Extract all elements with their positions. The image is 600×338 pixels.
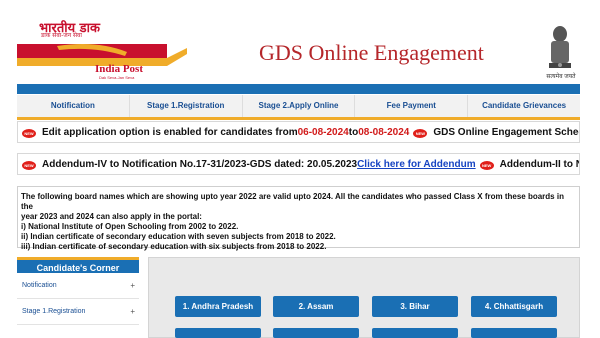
- candidates-corner-title: Candidate's Corner: [17, 257, 139, 273]
- notice-line-1: The following board names which are show…: [21, 192, 564, 211]
- expand-plus-icon[interactable]: +: [130, 307, 135, 316]
- marquee1-date-from: 06-08-2024: [297, 127, 349, 138]
- marquee2-text-a: Addendum-IV to Notification No.17-31/202…: [42, 159, 358, 170]
- marquee1-text-to: to: [348, 127, 359, 138]
- state-button-assam[interactable]: 2. Assam: [273, 296, 359, 317]
- marquee2-text-b: Addendum-II to Notification: [499, 159, 579, 170]
- expand-plus-icon[interactable]: +: [130, 281, 135, 290]
- state-button-next-row[interactable]: [273, 328, 359, 338]
- state-button-next-row[interactable]: [372, 328, 458, 338]
- state-button-bihar[interactable]: 3. Bihar: [372, 296, 458, 317]
- candidates-corner: Candidate's Corner Notification + Stage …: [17, 257, 139, 338]
- new-badge-icon: NEW: [22, 160, 36, 170]
- main-nav: Notification Stage 1.Registration Stage …: [17, 95, 580, 117]
- logo-text: India Post: [95, 63, 143, 75]
- board-validity-notice: The following board names which are show…: [17, 186, 580, 251]
- marquee1-text-b: GDS Online Engagement Schedule, July 20: [433, 127, 579, 138]
- notice-line-5: iii) Indian certificate of secondary edu…: [21, 242, 327, 251]
- state-button-next-row[interactable]: [175, 328, 261, 338]
- notice-line-2: year 2023 and 2024 can also apply in the…: [21, 212, 202, 221]
- announcement-marquee-1[interactable]: NEW Edit application option is enabled f…: [17, 121, 580, 143]
- national-emblem-icon: [549, 26, 571, 68]
- new-badge-icon: NEW: [413, 128, 428, 138]
- notice-line-4: ii) Indian certificate of secondary educ…: [21, 232, 336, 241]
- header-stripe: [17, 84, 580, 94]
- corner-item-notification[interactable]: Notification +: [17, 273, 139, 299]
- marquee1-date-to: 08-08-2024: [358, 127, 410, 138]
- logo-tagline: Dak Seva-Jan Seva: [99, 75, 135, 80]
- new-badge-icon: NEW: [22, 128, 36, 138]
- notice-line-3: i) National Institute of Open Schooling …: [21, 222, 239, 231]
- marquee1-text-a: Edit application option is enabled for c…: [42, 127, 298, 138]
- page-title: GDS Online Engagement: [259, 40, 484, 65]
- new-badge-icon: NEW: [479, 160, 494, 170]
- state-button-chhattisgarh[interactable]: 4. Chhattisgarh: [471, 296, 557, 317]
- states-panel: 1. Andhra Pradesh 2. Assam 3. Bihar 4. C…: [148, 257, 580, 338]
- nav-item-notification[interactable]: Notification: [17, 95, 130, 117]
- state-button-andhra-pradesh[interactable]: 1. Andhra Pradesh: [175, 296, 261, 317]
- corner-item-label: Notification: [22, 282, 57, 289]
- nav-item-candidate-grievances[interactable]: Candidate Grievances: [468, 95, 580, 117]
- emblem-motto: सत्यमेव जयते: [546, 74, 576, 80]
- nav-item-stage1-registration[interactable]: Stage 1.Registration: [130, 95, 243, 117]
- site-header: भारतीय डाक डाक सेवा-जन सेवा India Post D…: [17, 0, 580, 84]
- corner-item-label: Stage 1.Registration: [22, 308, 86, 315]
- nav-underline: [17, 117, 580, 120]
- corner-item-stage1-registration[interactable]: Stage 1.Registration +: [17, 299, 139, 325]
- india-post-logo[interactable]: भारतीय डाक डाक सेवा-जन सेवा India Post D…: [17, 18, 187, 80]
- announcement-marquee-2[interactable]: NEW Addendum-IV to Notification No.17-31…: [17, 153, 580, 175]
- nav-item-fee-payment[interactable]: Fee Payment: [355, 95, 469, 117]
- nav-item-stage2-apply-online[interactable]: Stage 2.Apply Online: [243, 95, 356, 117]
- addendum-link[interactable]: Click here for Addendum: [357, 154, 476, 174]
- state-button-next-row[interactable]: [471, 328, 557, 338]
- logo-hindi-subtext: डाक सेवा-जन सेवा: [41, 32, 82, 39]
